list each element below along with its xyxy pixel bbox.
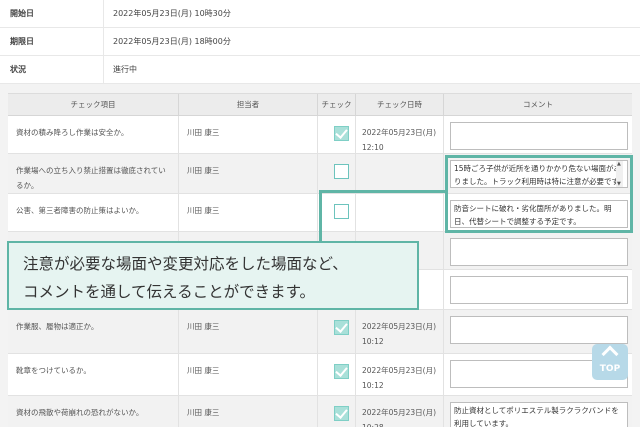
comment-cell: 防止資材としてポリエステル製ラクラクバンドを利用しています。 — [444, 396, 632, 427]
top-button-label: TOP — [599, 364, 621, 374]
divider — [103, 56, 104, 84]
person-cell: 川田 康三 — [179, 154, 318, 193]
person-cell: 川田 康三 — [179, 194, 318, 231]
comment-feature-callout: 注意が必要な場面や変更対応をした場面など、 コメントを通して伝えることができます… — [7, 241, 419, 310]
person-name: 川田 康三 — [187, 366, 220, 375]
check-date: 2022年05月23日(月) — [362, 322, 437, 331]
check-cell — [318, 116, 356, 153]
comment-textarea[interactable] — [450, 316, 628, 344]
check-date: 2022年05月23日(月) — [362, 408, 437, 417]
due-date-value: 2022年05月23日(月) 18時00分 — [113, 37, 231, 46]
check-time: 10:28 — [362, 420, 437, 427]
header-check: チェック — [318, 94, 356, 116]
start-date-value: 2022年05月23日(月) 10時30分 — [113, 9, 231, 18]
comment-textarea[interactable] — [450, 122, 628, 150]
start-date-label: 開始日 — [10, 9, 34, 18]
comment-cell — [444, 116, 632, 153]
back-to-top-button[interactable]: TOP — [592, 344, 628, 380]
checked-checkbox[interactable] — [334, 320, 349, 335]
header-person: 担当者 — [179, 94, 318, 116]
check-datetime-cell — [356, 154, 444, 193]
comment-highlight-box — [445, 155, 633, 233]
comment-cell — [444, 232, 632, 269]
person-name: 川田 康三 — [187, 128, 220, 137]
status-value: 進行中 — [113, 65, 137, 74]
callout-line-1: 注意が必要な場面や変更対応をした場面など、 — [23, 255, 348, 273]
check-item-cell: 作業服、履物は適正か。 — [8, 310, 179, 353]
check-item-text: 作業服、履物は適正か。 — [16, 322, 99, 331]
header-comment: コメント — [523, 100, 553, 109]
person-cell: 川田 康三 — [179, 116, 318, 153]
check-item-cell: 靴章をつけているか。 — [8, 354, 179, 395]
check-date: 2022年05月23日(月) — [362, 366, 437, 375]
check-item-text: 靴章をつけているか。 — [16, 366, 91, 375]
comment-textarea[interactable]: 防止資材としてポリエステル製ラクラクバンドを利用しています。 — [450, 402, 628, 427]
divider — [103, 0, 104, 28]
comment-textarea[interactable] — [450, 276, 628, 304]
check-item-text: 資材の飛散や荷崩れの恐れがないか。 — [16, 408, 144, 417]
comment-cell — [444, 270, 632, 309]
status-label: 状況 — [10, 65, 26, 74]
check-cell — [318, 354, 356, 395]
table-row: 靴章をつけているか。 川田 康三 2022年05月23日(月) 10:12 — [8, 354, 632, 396]
check-datetime-cell: 2022年05月23日(月) 12:10 — [356, 116, 444, 153]
check-date: 2022年05月23日(月) — [362, 128, 437, 137]
due-date-label: 期限日 — [10, 37, 34, 46]
check-time: 10:12 — [362, 337, 384, 346]
checklist-table: チェック項目 担当者 チェック チェック日時 コメント 資材の積み降ろし作業は安… — [8, 93, 632, 427]
check-item-text: 作業場への立ち入り禁止措置は徹底されているか。 — [16, 166, 166, 190]
check-cell — [318, 154, 356, 193]
check-item-cell: 公害、第三者障害の防止策はよいか。 — [8, 194, 179, 231]
check-item-cell: 作業場への立ち入り禁止措置は徹底されているか。 — [8, 154, 179, 193]
chevron-up-icon — [601, 345, 619, 363]
check-item-cell: 資材の積み降ろし作業は安全か。 — [8, 116, 179, 153]
table-header: チェック項目 担当者 チェック チェック日時 コメント — [8, 94, 632, 116]
table-row: 資材の飛散や荷崩れの恐れがないか。 川田 康三 2022年05月23日(月) 10:2… — [8, 396, 632, 427]
header-check-item: チェック項目 — [8, 94, 179, 116]
status-row: 状況 進行中 — [0, 56, 640, 84]
check-cell — [318, 310, 356, 353]
due-date-row: 期限日 2022年05月23日(月) 18時00分 — [0, 28, 640, 56]
check-time: 12:10 — [362, 143, 384, 152]
highlight-connector — [319, 190, 445, 234]
check-item-text: 資材の積み降ろし作業は安全か。 — [16, 128, 129, 137]
table-row: 作業服、履物は適正か。 川田 康三 2022年05月23日(月) 10:12 — [8, 310, 632, 354]
start-date-row: 開始日 2022年05月23日(月) 10時30分 — [0, 0, 640, 28]
header-check-datetime: チェック日時 — [356, 94, 444, 116]
task-info-panel: 開始日 2022年05月23日(月) 10時30分 期限日 2022年05月23… — [0, 0, 640, 84]
check-item-cell: 資材の飛散や荷崩れの恐れがないか。 — [8, 396, 179, 427]
check-datetime-cell: 2022年05月23日(月) 10:12 — [356, 310, 444, 353]
checkbox[interactable] — [334, 164, 349, 179]
person-cell: 川田 康三 — [179, 354, 318, 395]
check-cell — [318, 396, 356, 427]
table-row: 資材の積み降ろし作業は安全か。 川田 康三 2022年05月23日(月) 12:10 — [8, 116, 632, 154]
checked-checkbox[interactable] — [334, 126, 349, 141]
divider — [103, 28, 104, 56]
person-name: 川田 康三 — [187, 166, 220, 175]
check-time: 10:12 — [362, 381, 384, 390]
checked-checkbox[interactable] — [334, 406, 349, 421]
checked-checkbox[interactable] — [334, 364, 349, 379]
person-name: 川田 康三 — [187, 322, 220, 331]
check-datetime-cell: 2022年05月23日(月) 10:12 — [356, 354, 444, 395]
highlight-pointer-line — [319, 190, 322, 242]
callout-line-2: コメントを通して伝えることができます。 — [23, 283, 316, 301]
person-name: 川田 康三 — [187, 206, 220, 215]
person-cell: 川田 康三 — [179, 396, 318, 427]
person-cell: 川田 康三 — [179, 310, 318, 353]
check-item-text: 公害、第三者障害の防止策はよいか。 — [16, 206, 144, 215]
person-name: 川田 康三 — [187, 408, 220, 417]
comment-textarea[interactable] — [450, 238, 628, 266]
check-datetime-cell: 2022年05月23日(月) 10:28 — [356, 396, 444, 427]
